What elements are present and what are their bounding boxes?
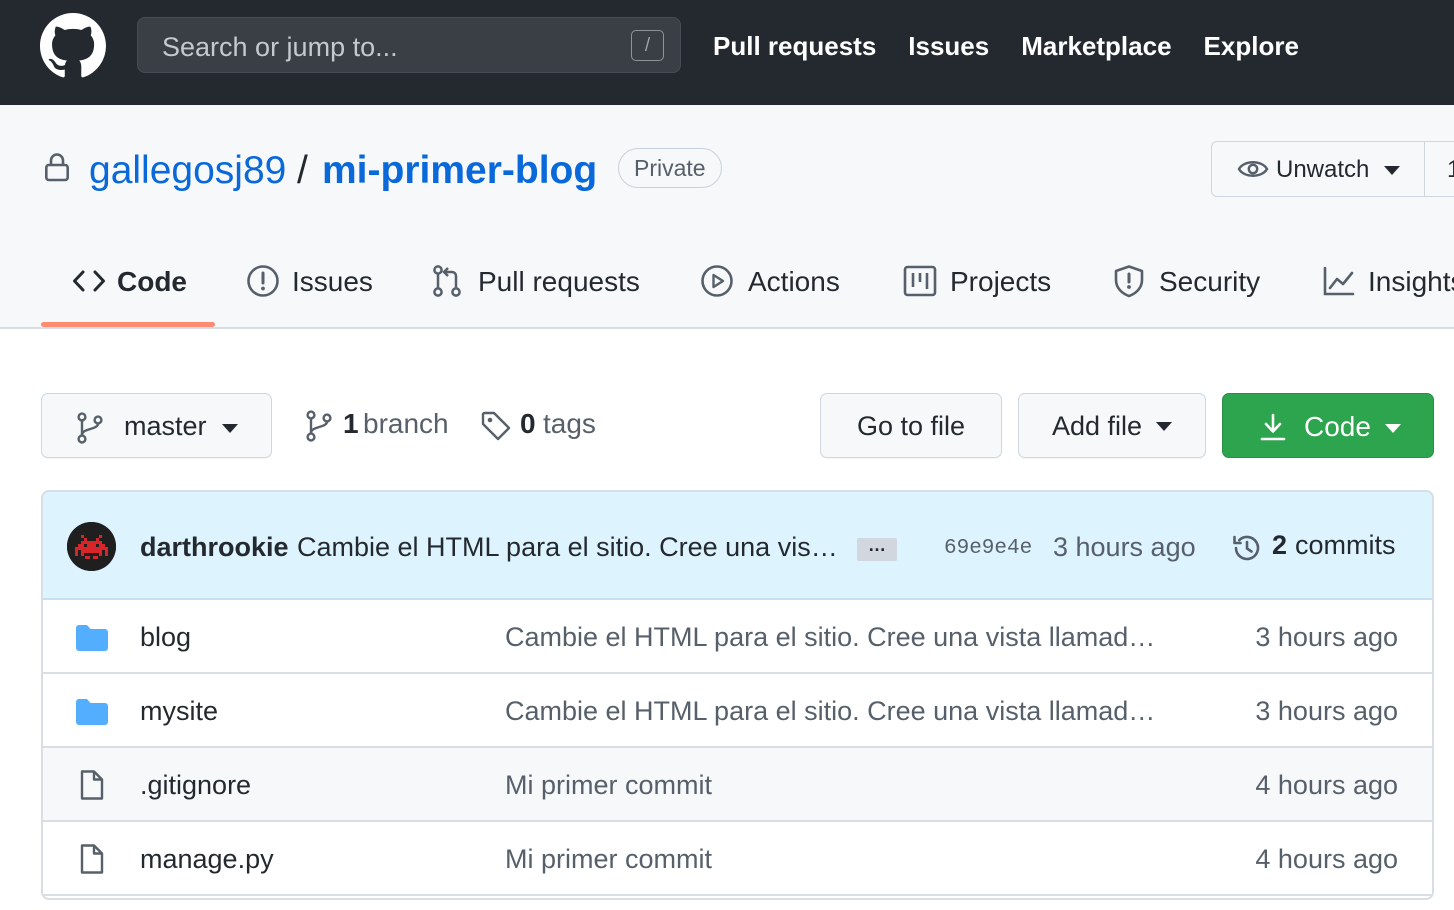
commit-sha-link[interactable]: 69e9e4e — [944, 537, 1032, 560]
tab-pull-requests[interactable]: Pull requests — [430, 255, 640, 327]
file-name-link[interactable]: manage.py — [140, 844, 274, 875]
add-file-label: Add file — [1052, 411, 1143, 441]
avatar[interactable] — [67, 522, 116, 571]
file-commit-message-link[interactable]: Mi primer commit — [505, 770, 712, 801]
nav-issues[interactable]: Issues — [908, 31, 989, 62]
file-icon — [80, 770, 104, 800]
git-branch-icon — [306, 410, 332, 442]
tab-security-label: Security — [1159, 266, 1261, 297]
branch-count: 1 — [343, 408, 359, 439]
unwatch-button[interactable]: Unwatch — [1211, 141, 1425, 197]
tab-security[interactable]: Security — [1112, 255, 1264, 327]
tag-count: 0 — [520, 408, 536, 439]
file-age: 4 hours ago — [1255, 844, 1398, 874]
play-icon — [701, 265, 733, 297]
go-to-file-label: Go to file — [856, 411, 966, 441]
repo-path-separator: / — [297, 149, 308, 192]
tab-projects-label: Projects — [950, 266, 1052, 297]
chevron-down-icon — [1156, 422, 1172, 431]
global-header: Search or jump to... / Pull requests Iss… — [0, 0, 1454, 105]
tab-insights[interactable]: Insights — [1322, 255, 1454, 327]
tag-word: tags — [543, 408, 596, 439]
repo-tabs: Code Issues Pull requests Actions Projec… — [0, 255, 1454, 327]
latest-commit-bar: darthrookie Cambie el HTML para el sitio… — [43, 492, 1432, 600]
commit-author-link[interactable]: darthrookie — [140, 532, 289, 563]
nav-pull-requests[interactable]: Pull requests — [713, 31, 876, 62]
issue-icon — [247, 265, 279, 297]
file-commit-message-link[interactable]: Cambie el HTML para el sitio. Cree una v… — [505, 696, 1155, 727]
project-icon — [903, 265, 937, 297]
watchers-count-value: 1 — [1447, 156, 1454, 184]
branch-select-button[interactable]: master — [41, 393, 272, 458]
file-name-link[interactable]: blog — [140, 622, 191, 653]
code-button-label: Code — [1304, 411, 1371, 442]
lock-icon — [44, 153, 69, 182]
file-age: 4 hours ago — [1255, 770, 1398, 800]
folder-icon — [76, 699, 108, 725]
tab-code-label: Code — [117, 266, 187, 297]
global-nav: Pull requests Issues Marketplace Explore — [713, 31, 1299, 62]
file-commit-message-link[interactable]: Cambie el HTML para el sitio. Cree una v… — [505, 622, 1155, 653]
file-list: darthrookie Cambie el HTML para el sitio… — [41, 490, 1434, 900]
current-branch-label: master — [124, 411, 207, 441]
tab-actions-label: Actions — [748, 266, 840, 297]
git-branch-icon — [77, 412, 103, 444]
search-input[interactable]: Search or jump to... / — [137, 17, 681, 73]
watchers-count[interactable]: 1 — [1424, 141, 1454, 197]
commit-message-link[interactable]: Cambie el HTML para el sitio. Cree una v… — [297, 532, 838, 563]
tab-pull-requests-label: Pull requests — [478, 266, 640, 297]
tab-issues-label: Issues — [292, 266, 373, 297]
file-age: 3 hours ago — [1255, 696, 1398, 726]
repo-name-link[interactable]: mi-primer-blog — [322, 149, 597, 193]
go-to-file-button[interactable]: Go to file — [820, 393, 1002, 458]
file-name-link[interactable]: mysite — [140, 696, 218, 727]
file-icon — [80, 844, 104, 874]
file-row[interactable]: mysite Cambie el HTML para el sitio. Cre… — [43, 674, 1432, 748]
github-logo-icon[interactable] — [40, 13, 106, 79]
pull-request-icon — [433, 265, 461, 297]
tab-issues[interactable]: Issues — [246, 255, 373, 327]
commit-word: commits — [1295, 530, 1396, 560]
add-file-button[interactable]: Add file — [1018, 393, 1206, 458]
chevron-down-icon — [1384, 166, 1400, 175]
graph-icon — [1323, 266, 1355, 296]
unwatch-label: Unwatch — [1276, 156, 1370, 183]
nav-explore[interactable]: Explore — [1204, 31, 1299, 62]
code-icon — [73, 270, 105, 292]
tab-code[interactable]: Code — [72, 255, 192, 327]
commit-time: 3 hours ago — [1053, 532, 1196, 562]
tab-actions[interactable]: Actions — [700, 255, 845, 327]
folder-icon — [76, 625, 108, 651]
file-age: 3 hours ago — [1255, 622, 1398, 652]
file-name-link[interactable]: .gitignore — [140, 770, 251, 801]
eye-icon — [1237, 161, 1269, 177]
repo-owner-link[interactable]: gallegosj89 — [89, 149, 286, 193]
file-commit-message-link[interactable]: Mi primer commit — [505, 844, 712, 875]
tab-projects[interactable]: Projects — [903, 255, 1053, 327]
visibility-badge: Private — [618, 148, 722, 188]
shield-icon — [1114, 265, 1144, 298]
file-row[interactable]: blog Cambie el HTML para el sitio. Cree … — [43, 600, 1432, 674]
search-shortcut-hint: / — [631, 30, 664, 61]
repo-header: gallegosj89 / mi-primer-blog Private Unw… — [0, 105, 1454, 329]
active-tab-indicator — [41, 322, 215, 327]
tab-insights-label: Insights — [1368, 266, 1454, 297]
space-invader-icon — [67, 522, 116, 571]
expand-commit-message-button[interactable]: … — [857, 536, 897, 561]
tag-icon — [481, 411, 511, 441]
file-row[interactable]: manage.py Mi primer commit 4 hours ago — [43, 822, 1432, 896]
search-placeholder: Search or jump to... — [162, 32, 398, 62]
code-download-button[interactable]: Code — [1222, 393, 1434, 458]
chevron-down-icon — [1385, 424, 1401, 433]
history-icon — [1233, 535, 1260, 561]
commit-count: 2 — [1272, 530, 1288, 560]
branch-word: branch — [363, 408, 449, 439]
nav-marketplace[interactable]: Marketplace — [1021, 31, 1171, 62]
file-row[interactable]: .gitignore Mi primer commit 4 hours ago — [43, 748, 1432, 822]
download-icon — [1260, 413, 1286, 441]
chevron-down-icon — [222, 424, 238, 433]
